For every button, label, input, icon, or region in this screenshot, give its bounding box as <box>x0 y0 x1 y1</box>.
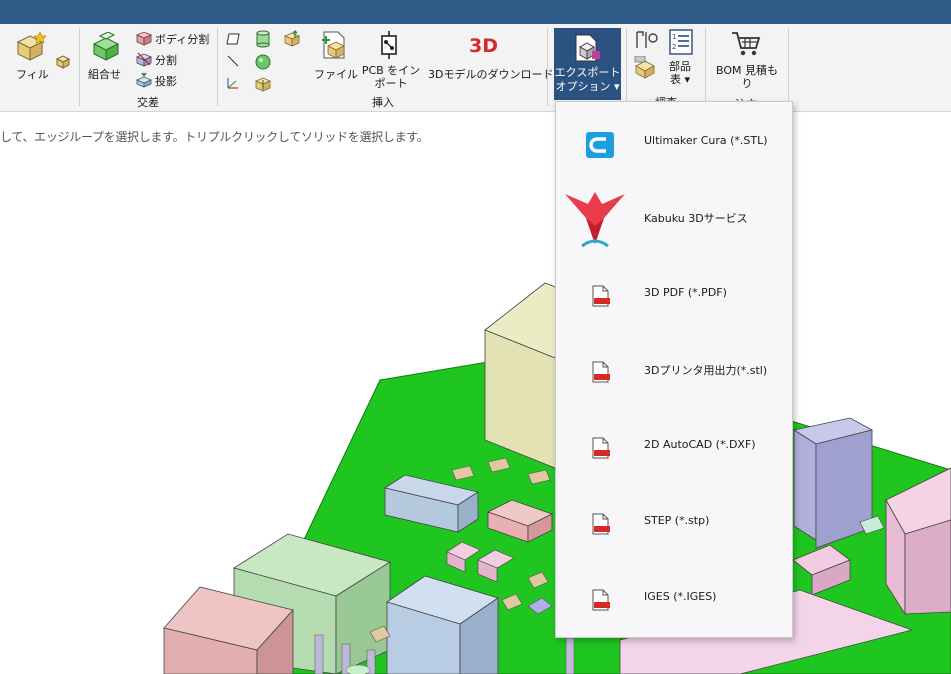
combine-button[interactable]: 組合せ <box>88 66 121 82</box>
pcb-3d-model[interactable] <box>0 113 951 674</box>
split-icon[interactable] <box>136 51 152 67</box>
application-window: フィル 組合せ ボディ分割 分割 投影 交差 ファイル PCB をイン ポート … <box>0 0 951 674</box>
iges-file-icon <box>592 589 610 611</box>
menu-item-ultimaker-cura[interactable]: Ultimaker Cura (*.STL) <box>556 104 792 180</box>
parts-list-icon[interactable]: 1 2 <box>668 28 694 56</box>
ribbon-separator <box>217 28 218 106</box>
insert-file-button[interactable]: ファイル <box>314 66 358 82</box>
cylinder-icon[interactable] <box>255 30 271 48</box>
menu-item-3d-printer-stl[interactable]: 3Dプリンタ用出力(*.stl) <box>556 332 792 408</box>
fill-icon[interactable] <box>14 30 48 62</box>
3d-download-icon[interactable]: 3D <box>468 32 502 60</box>
svg-text:1: 1 <box>672 33 676 41</box>
menu-item-label: 3D PDF (*.PDF) <box>644 286 727 299</box>
ribbon-separator <box>626 28 627 106</box>
export-icon <box>575 34 600 62</box>
menu-item-label: 3Dプリンタ用出力(*.stl) <box>644 364 768 377</box>
menu-item-3d-pdf[interactable]: 3D PDF (*.PDF) <box>556 256 792 332</box>
ribbon-separator <box>788 28 789 106</box>
export-label-2: オプション ▾ <box>555 80 620 93</box>
ribbon-toolbar: フィル 組合せ ボディ分割 分割 投影 交差 ファイル PCB をイン ポート … <box>0 24 951 112</box>
parts-list-label-2: 表 ▾ <box>669 73 691 86</box>
3d-download-button[interactable]: 3Dモデルのダウンロード <box>428 66 553 82</box>
shopping-cart-icon[interactable] <box>730 30 762 58</box>
pcb-import-button[interactable]: PCB をイン ポート <box>360 64 422 90</box>
bom-quote-button[interactable]: BOM 見積も り <box>711 64 783 90</box>
svg-text:2: 2 <box>672 43 676 51</box>
intersect-group-label: 交差 <box>137 96 159 109</box>
pull-icon[interactable] <box>283 30 301 48</box>
insert-group-label: 挿入 <box>372 96 394 109</box>
pdf-file-icon <box>592 285 610 307</box>
svg-text:3D: 3D <box>469 35 498 57</box>
menu-item-iges[interactable]: IGES (*.IGES) <box>556 560 792 636</box>
parts-list-label-1: 部品 <box>669 60 691 73</box>
bom-quote-label-2: り <box>741 77 753 90</box>
cura-icon <box>586 132 614 158</box>
project-icon[interactable] <box>136 72 152 88</box>
pcb-import-icon[interactable] <box>377 30 403 60</box>
menu-item-label: STEP (*.stp) <box>644 514 710 527</box>
plane-icon[interactable] <box>226 32 240 46</box>
mass-properties-icon[interactable] <box>634 56 656 80</box>
line-icon[interactable] <box>226 54 240 68</box>
title-bar <box>0 0 951 24</box>
shell-icon[interactable] <box>55 54 71 70</box>
dxf-file-icon <box>592 437 610 459</box>
axis-icon[interactable] <box>226 76 240 90</box>
menu-item-label: IGES (*.IGES) <box>644 590 717 603</box>
parts-list-button[interactable]: 部品 表 ▾ <box>664 60 696 86</box>
body-split-button[interactable]: ボディ分割 <box>155 31 209 47</box>
export-options-label: エクスポート オプション ▾ <box>554 66 621 94</box>
ribbon-separator <box>547 28 548 106</box>
ribbon-separator <box>79 28 80 106</box>
menu-item-step[interactable]: STEP (*.stp) <box>556 484 792 560</box>
split-button[interactable]: 分割 <box>155 52 177 68</box>
bom-quote-label-1: BOM 見積も <box>716 64 778 77</box>
kabuku-icon <box>565 192 625 248</box>
3d-viewport[interactable] <box>0 113 951 674</box>
measure-icon[interactable] <box>634 30 660 50</box>
stp-file-icon <box>592 513 610 535</box>
sphere-icon[interactable] <box>255 54 271 70</box>
project-button[interactable]: 投影 <box>155 73 177 89</box>
menu-item-label: Kabuku 3Dサービス <box>644 212 748 225</box>
pcb-import-label-2: ポート <box>374 77 408 90</box>
export-options-menu: Ultimaker Cura (*.STL) Kabuku 3Dサービス 3D … <box>555 101 793 638</box>
export-options-button[interactable]: エクスポート オプション ▾ <box>554 28 621 100</box>
pcb-import-label-1: PCB をイン <box>361 64 421 77</box>
status-hint-text: して、エッジループを選択します。トリプルクリックしてソリッドを選択します。 <box>0 130 429 144</box>
menu-item-kabuku-3d[interactable]: Kabuku 3Dサービス <box>556 180 792 256</box>
menu-item-label: 2D AutoCAD (*.DXF) <box>644 438 756 451</box>
stl-file-icon <box>592 361 610 383</box>
ribbon-separator <box>705 28 706 106</box>
body-split-icon[interactable] <box>136 30 152 46</box>
combine-icon[interactable] <box>88 32 124 62</box>
export-label-1: エクスポート <box>554 66 621 79</box>
fill-button[interactable]: フィル <box>16 66 49 82</box>
shell-body-icon[interactable] <box>255 76 271 92</box>
menu-item-2d-autocad[interactable]: 2D AutoCAD (*.DXF) <box>556 408 792 484</box>
menu-item-label: Ultimaker Cura (*.STL) <box>644 134 768 147</box>
insert-file-icon[interactable] <box>318 30 348 62</box>
